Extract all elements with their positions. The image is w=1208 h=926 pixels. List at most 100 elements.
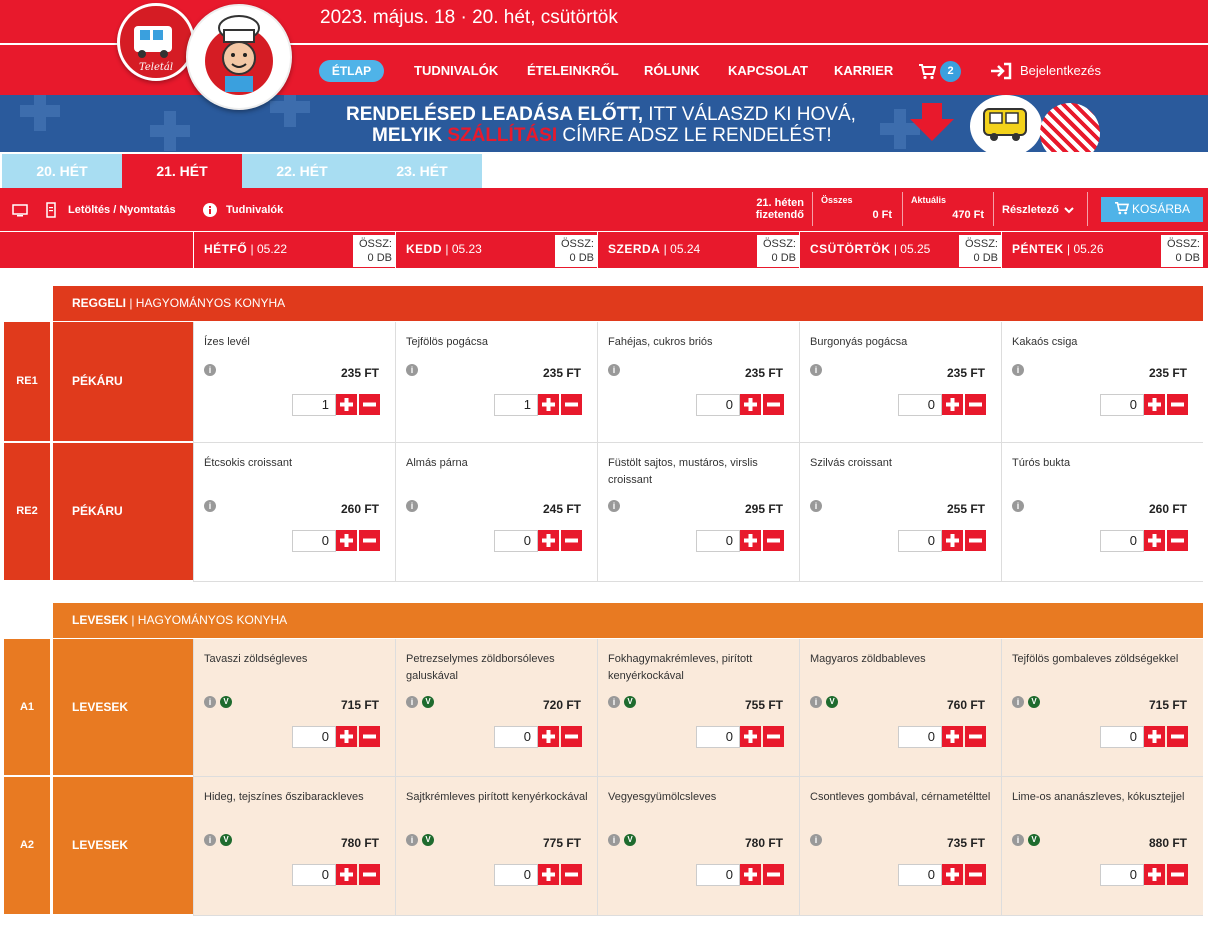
info-icon[interactable]: i bbox=[608, 364, 620, 376]
nav-etlap[interactable]: ÉTLAP bbox=[319, 60, 384, 82]
info-icon[interactable]: i bbox=[810, 364, 822, 376]
plus-button[interactable] bbox=[336, 394, 357, 415]
nav-karrier[interactable]: KARRIER bbox=[834, 63, 893, 78]
quantity-input[interactable]: 0 bbox=[696, 394, 740, 416]
minus-button[interactable] bbox=[561, 530, 582, 551]
minus-button[interactable] bbox=[561, 726, 582, 747]
quantity-input[interactable]: 0 bbox=[1100, 394, 1144, 416]
info-icon[interactable]: i bbox=[810, 834, 822, 846]
quantity-input[interactable]: 0 bbox=[494, 726, 538, 748]
details-dropdown[interactable]: Részletező bbox=[1002, 204, 1059, 216]
delivery-address-banner[interactable]: RENDELÉSED LEADÁSA ELŐTT, ITT VÁLASZD KI… bbox=[0, 95, 1208, 152]
info-icon[interactable]: i bbox=[810, 500, 822, 512]
add-to-cart-button[interactable]: KOSÁRBA bbox=[1101, 197, 1203, 222]
tab-week-20[interactable]: 20. HÉT bbox=[2, 154, 122, 188]
plus-button[interactable] bbox=[1144, 864, 1165, 885]
info-icon[interactable]: i bbox=[204, 696, 216, 708]
minus-button[interactable] bbox=[763, 530, 784, 551]
minus-button[interactable] bbox=[965, 394, 986, 415]
nav-tudnivalok[interactable]: TUDNIVALÓK bbox=[414, 63, 498, 78]
plus-button[interactable] bbox=[538, 864, 559, 885]
minus-button[interactable] bbox=[763, 394, 784, 415]
quantity-input[interactable]: 0 bbox=[1100, 864, 1144, 886]
nav-kapcsolat[interactable]: KAPCSOLAT bbox=[728, 63, 808, 78]
minus-button[interactable] bbox=[359, 530, 380, 551]
cart-icon[interactable] bbox=[918, 64, 936, 80]
quantity-input[interactable]: 0 bbox=[696, 726, 740, 748]
cart-count-badge[interactable]: 2 bbox=[940, 61, 961, 82]
quantity-input[interactable]: 0 bbox=[898, 864, 942, 886]
plus-button[interactable] bbox=[942, 530, 963, 551]
plus-button[interactable] bbox=[740, 394, 761, 415]
quantity-input[interactable]: 1 bbox=[292, 394, 336, 416]
minus-button[interactable] bbox=[763, 726, 784, 747]
quantity-input[interactable]: 0 bbox=[898, 726, 942, 748]
minus-button[interactable] bbox=[359, 394, 380, 415]
minus-button[interactable] bbox=[965, 864, 986, 885]
quantity-input[interactable]: 0 bbox=[494, 530, 538, 552]
plus-button[interactable] bbox=[538, 394, 559, 415]
info-icon[interactable]: i bbox=[608, 500, 620, 512]
minus-button[interactable] bbox=[1167, 530, 1188, 551]
plus-button[interactable] bbox=[336, 726, 357, 747]
quantity-input[interactable]: 0 bbox=[292, 530, 336, 552]
plus-button[interactable] bbox=[740, 864, 761, 885]
info-link[interactable]: Tudnivalók bbox=[226, 204, 283, 216]
info-icon[interactable]: i bbox=[1012, 696, 1024, 708]
info-icon[interactable]: i bbox=[406, 834, 418, 846]
tab-week-23[interactable]: 23. HÉT bbox=[362, 154, 482, 188]
minus-button[interactable] bbox=[1167, 394, 1188, 415]
plus-button[interactable] bbox=[942, 864, 963, 885]
nav-rolunk[interactable]: RÓLUNK bbox=[644, 63, 700, 78]
document-icon[interactable] bbox=[46, 202, 56, 218]
plus-button[interactable] bbox=[538, 726, 559, 747]
plus-button[interactable] bbox=[538, 530, 559, 551]
quantity-input[interactable]: 0 bbox=[898, 530, 942, 552]
minus-button[interactable] bbox=[965, 726, 986, 747]
minus-button[interactable] bbox=[359, 726, 380, 747]
chevron-down-icon[interactable] bbox=[1064, 207, 1074, 214]
minus-button[interactable] bbox=[1167, 726, 1188, 747]
minus-button[interactable] bbox=[763, 864, 784, 885]
plus-button[interactable] bbox=[1144, 394, 1165, 415]
minus-button[interactable] bbox=[359, 864, 380, 885]
minus-button[interactable] bbox=[561, 394, 582, 415]
info-icon[interactable]: i bbox=[608, 834, 620, 846]
plus-button[interactable] bbox=[336, 864, 357, 885]
login-icon[interactable] bbox=[990, 62, 1012, 80]
logo-chef-badge[interactable] bbox=[186, 4, 292, 110]
info-icon[interactable]: i bbox=[1012, 500, 1024, 512]
plus-button[interactable] bbox=[336, 530, 357, 551]
info-icon[interactable]: i bbox=[204, 364, 216, 376]
quantity-input[interactable]: 0 bbox=[292, 726, 336, 748]
quantity-input[interactable]: 0 bbox=[696, 864, 740, 886]
plus-button[interactable] bbox=[1144, 726, 1165, 747]
monitor-icon[interactable] bbox=[12, 204, 28, 217]
quantity-input[interactable]: 1 bbox=[494, 394, 538, 416]
quantity-input[interactable]: 0 bbox=[898, 394, 942, 416]
minus-button[interactable] bbox=[965, 530, 986, 551]
plus-button[interactable] bbox=[942, 726, 963, 747]
minus-button[interactable] bbox=[1167, 864, 1188, 885]
info-icon[interactable]: i bbox=[406, 500, 418, 512]
plus-button[interactable] bbox=[740, 530, 761, 551]
plus-button[interactable] bbox=[942, 394, 963, 415]
info-icon[interactable]: i bbox=[1012, 834, 1024, 846]
info-icon[interactable]: i bbox=[406, 696, 418, 708]
nav-login[interactable]: Bejelentkezés bbox=[1020, 63, 1101, 78]
info-icon[interactable]: i bbox=[204, 834, 216, 846]
info-icon[interactable]: i bbox=[406, 364, 418, 376]
info-icon[interactable]: i bbox=[1012, 364, 1024, 376]
quantity-input[interactable]: 0 bbox=[1100, 530, 1144, 552]
tab-week-22[interactable]: 22. HÉT bbox=[242, 154, 362, 188]
download-print-link[interactable]: Letöltés / Nyomtatás bbox=[68, 204, 176, 216]
plus-button[interactable] bbox=[740, 726, 761, 747]
info-icon[interactable] bbox=[203, 203, 217, 217]
quantity-input[interactable]: 0 bbox=[696, 530, 740, 552]
info-icon[interactable]: i bbox=[204, 500, 216, 512]
tab-week-21[interactable]: 21. HÉT bbox=[122, 154, 242, 188]
quantity-input[interactable]: 0 bbox=[494, 864, 538, 886]
info-icon[interactable]: i bbox=[608, 696, 620, 708]
quantity-input[interactable]: 0 bbox=[292, 864, 336, 886]
quantity-input[interactable]: 0 bbox=[1100, 726, 1144, 748]
